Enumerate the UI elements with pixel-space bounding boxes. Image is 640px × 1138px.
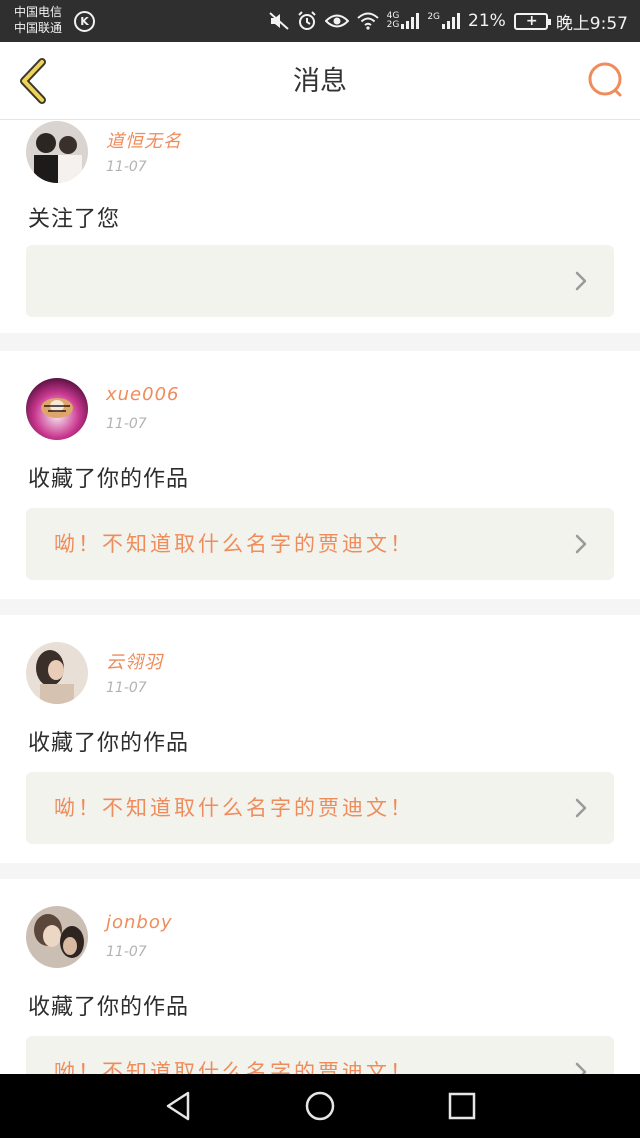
avatar[interactable] [26, 906, 88, 968]
work-title: 呦！不知道取什么名字的贾迪文！ [54, 796, 414, 820]
work-title: 呦！不知道取什么名字的贾迪文！ [54, 532, 414, 556]
home-circle-icon[interactable] [302, 1088, 338, 1124]
work-link[interactable]: 呦！不知道取什么名字的贾迪文！ [26, 772, 614, 844]
recents-square-icon[interactable] [444, 1088, 480, 1124]
network-2-label: 2G [427, 12, 441, 22]
battery-charge-symbol: + [525, 12, 538, 29]
action-text: 关注了您 [28, 207, 121, 232]
avatar[interactable] [26, 642, 88, 704]
status-icons: 4G 2G 2G 21% + 晚上9:57 [268, 9, 628, 34]
date: 11-07 [106, 944, 147, 960]
message-list[interactable]: 道恒无名 11-07 关注了您 xue006 11-07 收藏了你的作品 呦！不… [0, 121, 640, 1074]
username[interactable]: jonboy [106, 912, 173, 933]
page-title: 消息 [293, 66, 347, 97]
avatar-image [26, 906, 88, 968]
username[interactable]: 道恒无名 [106, 127, 182, 153]
back-arrow-icon [20, 58, 46, 104]
action-text: 收藏了你的作品 [28, 467, 190, 492]
network-2: 2G [427, 12, 461, 29]
date: 11-07 [106, 416, 147, 432]
network-1-bottom: 2G [386, 20, 400, 30]
back-button[interactable] [12, 56, 58, 106]
screen: 中国电信 中国联通 K 4G 2G 2G 21% + 晚上9:57 消息 道恒无… [0, 0, 640, 1138]
search-button[interactable] [586, 60, 626, 100]
clock: 晚上9:57 [555, 13, 628, 34]
carrier-2: 中国联通 [14, 21, 63, 35]
carrier-1: 中国电信 [14, 5, 63, 19]
notification-card[interactable]: jonboy 11-07 收藏了你的作品 呦！不知道取什么名字的贾迪文！ [0, 879, 640, 1074]
date: 11-07 [106, 159, 147, 175]
username[interactable]: xue006 [106, 384, 180, 405]
signal-2-icon [442, 13, 461, 29]
action-text: 收藏了你的作品 [28, 995, 190, 1020]
avatar-image [26, 378, 88, 440]
chevron-right-icon [575, 534, 587, 554]
eye-icon [324, 14, 349, 28]
battery-percent: 21% [468, 11, 506, 31]
work-title: 呦！不知道取什么名字的贾迪文！ [54, 1060, 414, 1074]
notification-card[interactable]: xue006 11-07 收藏了你的作品 呦！不知道取什么名字的贾迪文！ [0, 351, 640, 599]
date: 11-07 [106, 680, 147, 696]
mute-icon [268, 12, 289, 30]
chevron-right-icon [575, 271, 587, 291]
action-text: 收藏了你的作品 [28, 731, 190, 756]
system-nav-bar [0, 1074, 640, 1138]
username[interactable]: 云翎羽 [106, 648, 163, 674]
signal-icon [401, 13, 420, 29]
avatar[interactable] [26, 378, 88, 440]
status-bar: 中国电信 中国联通 K 4G 2G 2G 21% + 晚上9:57 [0, 0, 640, 42]
avatar-image [26, 121, 88, 183]
wifi-icon [356, 12, 379, 30]
avatar-image [26, 642, 88, 704]
notification-card[interactable]: 道恒无名 11-07 关注了您 [0, 121, 640, 333]
app-header: 消息 [0, 42, 640, 120]
avatar[interactable] [26, 121, 88, 183]
back-triangle-icon[interactable] [160, 1088, 196, 1124]
carrier-names: 中国电信 中国联通 [14, 4, 62, 36]
carrier-badge-icon: K [74, 11, 95, 32]
work-link[interactable] [26, 245, 614, 317]
alarm-icon [297, 11, 316, 30]
notification-card[interactable]: 云翎羽 11-07 收藏了你的作品 呦！不知道取什么名字的贾迪文！ [0, 615, 640, 863]
search-icon [588, 62, 622, 97]
network-1: 4G 2G [387, 12, 420, 30]
chevron-right-icon [575, 798, 587, 818]
chevron-right-icon [575, 1062, 587, 1074]
work-link[interactable]: 呦！不知道取什么名字的贾迪文！ [26, 1036, 614, 1074]
battery-icon: + [513, 12, 551, 30]
work-link[interactable]: 呦！不知道取什么名字的贾迪文！ [26, 508, 614, 580]
